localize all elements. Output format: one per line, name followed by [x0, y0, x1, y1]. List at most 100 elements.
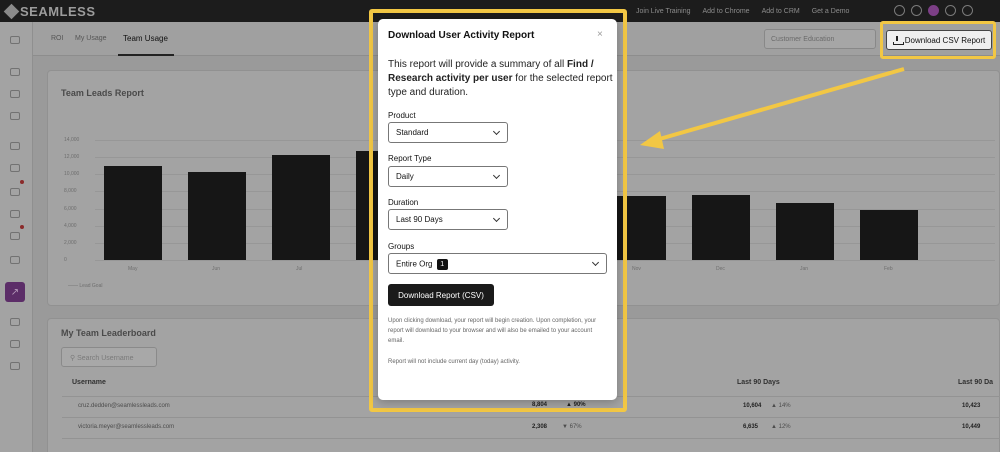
y-tick-label: 6,000	[64, 205, 77, 212]
last-90-days-column-header[interactable]: Last 90 Days	[737, 379, 780, 386]
active-tab-indicator	[118, 54, 174, 56]
sidebar: ↗	[0, 22, 33, 452]
profile-icon[interactable]	[962, 5, 973, 16]
chart-bar[interactable]	[692, 194, 750, 260]
report-type-value: Daily	[396, 172, 414, 181]
x-tick-label: Jul	[296, 266, 303, 272]
join-training-link[interactable]: Join Live Training	[636, 8, 690, 15]
chevron-down-icon	[492, 127, 501, 136]
row-divider	[62, 438, 1000, 439]
company-icon[interactable]	[10, 164, 20, 172]
row-username: victoria.meyer@seamlessleads.com	[78, 424, 175, 430]
tab-my-usage[interactable]: My Usage	[75, 35, 107, 42]
add-to-crm-link[interactable]: Add to CRM	[762, 8, 800, 15]
add-to-chrome-link[interactable]: Add to Chrome	[702, 8, 749, 15]
download-report-csv-button[interactable]: Download Report (CSV)	[388, 284, 494, 306]
row-value: 6,635	[743, 424, 759, 430]
current-day-note: Report will not include current day (tod…	[388, 359, 520, 365]
search-icon[interactable]	[10, 68, 20, 76]
tab-team-usage[interactable]: Team Usage	[123, 34, 168, 43]
chart-bar[interactable]	[776, 203, 834, 260]
groups-label: Groups	[388, 242, 415, 251]
x-tick-label: Jun	[212, 266, 221, 272]
close-icon[interactable]: ×	[597, 29, 603, 40]
doc-icon[interactable]	[10, 340, 20, 348]
row-divider	[62, 417, 1000, 418]
y-tick-label: 4,000	[64, 222, 77, 229]
y-tick-label: 14,000	[64, 137, 80, 143]
chart-bar[interactable]	[860, 210, 918, 260]
row-username: cruz.dedden@seamlessleads.com	[78, 403, 170, 409]
help-icon[interactable]	[945, 5, 956, 16]
analytics-icon[interactable]: ↗	[5, 282, 25, 302]
y-tick-label: 0	[64, 257, 67, 263]
play-icon[interactable]	[10, 112, 20, 120]
grid-icon[interactable]	[10, 318, 20, 326]
last-90-days-column-header-2[interactable]: Last 90 Da	[958, 379, 993, 386]
top-icons	[894, 5, 973, 16]
duration-value: Last 90 Days	[396, 215, 443, 224]
row-delta: ▲ 14%	[771, 403, 791, 409]
desc-pre: This report will provide a summary of al…	[388, 59, 567, 70]
download-csv-report-button[interactable]: Download CSV Report	[886, 30, 992, 50]
modal-title: Download User Activity Report	[388, 30, 535, 41]
x-tick-label: Jan	[800, 266, 809, 272]
download-report-modal: Download User Activity Report × This rep…	[378, 19, 617, 400]
logo-text: SEAMLESS	[20, 3, 96, 19]
groups-count-badge: 1	[436, 259, 448, 270]
chart-bar[interactable]	[104, 165, 162, 260]
contacts-icon[interactable]	[10, 142, 20, 150]
inbox-icon[interactable]	[10, 90, 20, 98]
app-logo[interactable]: SEAMLESS	[3, 3, 96, 19]
tab-roi[interactable]: ROI	[51, 35, 63, 42]
settings-icon[interactable]	[10, 256, 20, 264]
download-note: Upon clicking download, your report will…	[388, 318, 597, 344]
chart-bar[interactable]	[188, 171, 246, 260]
report-type-select[interactable]: Daily	[388, 166, 508, 187]
list-icon[interactable]	[10, 188, 20, 196]
download-icon	[892, 35, 904, 45]
row-value: 10,604	[743, 403, 762, 409]
row-value: 10,423	[962, 403, 981, 409]
y-tick-label: 2,000	[64, 239, 77, 246]
collapse-icon[interactable]	[10, 36, 20, 44]
search-username-input[interactable]: ⚲ Search Username	[61, 347, 157, 367]
product-value: Standard	[396, 128, 429, 137]
username-column-header[interactable]: Username	[72, 379, 106, 386]
modal-description: This report will provide a summary of al…	[388, 58, 613, 100]
chat-icon[interactable]	[894, 5, 905, 16]
team-leads-title: Team Leads Report	[61, 88, 144, 98]
product-select[interactable]: Standard	[388, 122, 508, 143]
duration-select[interactable]: Last 90 Days	[388, 209, 508, 230]
groups-select[interactable]: Entire Org 1	[388, 253, 607, 274]
alert-dot	[20, 225, 24, 229]
x-tick-label: May	[128, 266, 138, 272]
top-links: Join Live Training Add to Chrome Add to …	[636, 0, 849, 22]
product-label: Product	[388, 111, 416, 120]
row-value: 10,449	[962, 424, 981, 430]
alert-dot	[20, 180, 24, 184]
x-tick-label: Nov	[632, 266, 641, 272]
row-delta: ▼ 67%	[562, 424, 582, 430]
search-placeholder: Search Username	[77, 355, 134, 362]
leaderboard-title: My Team Leaderboard	[61, 328, 156, 338]
key-icon[interactable]	[10, 362, 20, 370]
sequence-icon[interactable]	[10, 210, 20, 218]
logo-icon	[3, 3, 20, 19]
x-tick-label: Dec	[716, 266, 725, 272]
notifications-icon[interactable]	[928, 5, 939, 16]
y-tick-label: 10,000	[64, 171, 80, 178]
download-csv-label: Download CSV Report	[904, 35, 986, 45]
gift-icon[interactable]	[911, 5, 922, 16]
y-tick-label: 8,000	[64, 188, 77, 195]
get-demo-link[interactable]: Get a Demo	[812, 8, 850, 15]
team-filter-select[interactable]: Customer Education	[764, 29, 876, 49]
tasks-icon[interactable]	[10, 232, 20, 240]
row-value: 2,308	[532, 424, 548, 430]
chart-bar[interactable]	[272, 154, 330, 260]
chevron-down-icon	[492, 214, 501, 223]
report-type-label: Report Type	[388, 154, 432, 163]
legend-label: Lead Goal	[79, 283, 103, 289]
x-tick-label: Feb	[884, 266, 893, 272]
row-delta: ▲ 12%	[771, 424, 791, 430]
